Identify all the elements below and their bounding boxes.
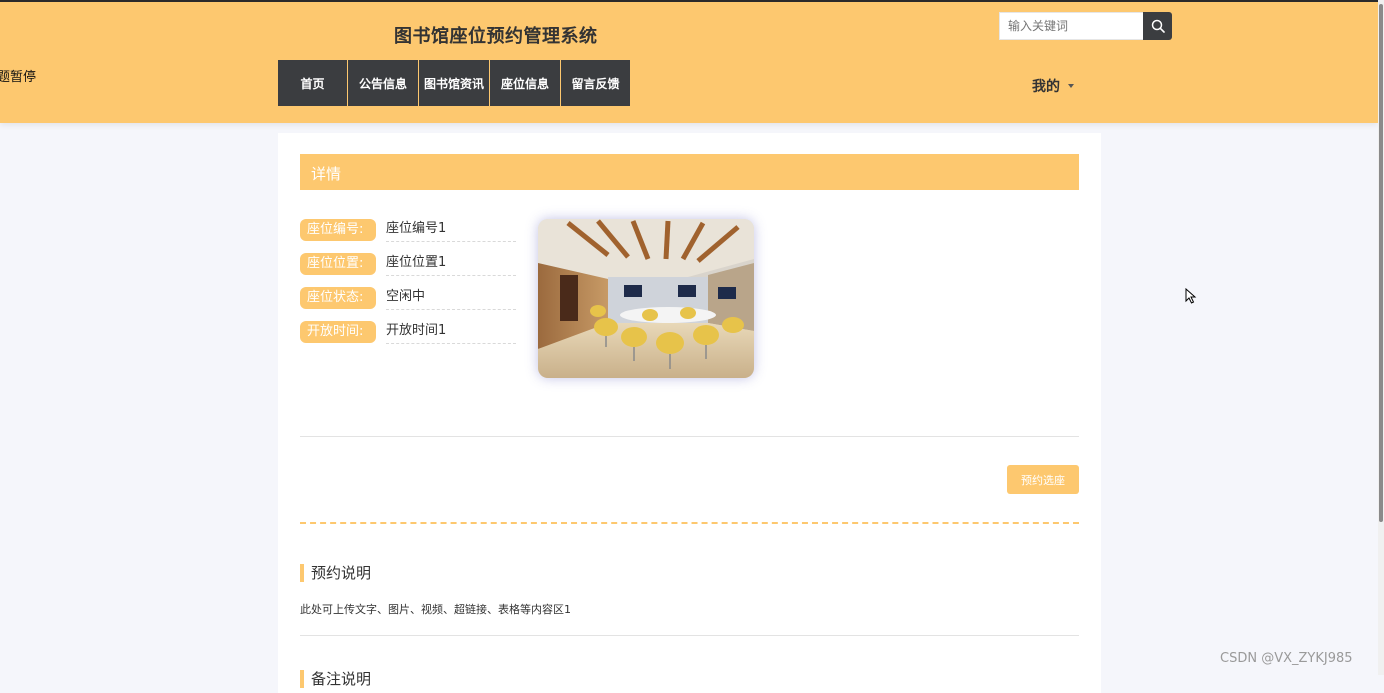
nav-announcements[interactable]: 公告信息 [348,60,419,106]
dashed-divider [300,522,1079,524]
user-menu[interactable]: 我的 [1032,76,1074,96]
search-box [999,12,1172,40]
field-label: 座位编号: [300,219,376,241]
search-button[interactable] [1143,12,1172,40]
scrollbar-thumb[interactable] [1379,4,1383,522]
section-text-notice: 此处可上传文字、图片、视频、超链接、表格等内容区1 [300,603,571,616]
field-value: 空闲中 [386,287,516,310]
section-title-notice: 预约说明 [300,564,371,582]
field-value: 座位位置1 [386,253,516,276]
section-title-next: 备注说明 [300,670,371,688]
field-label: 座位状态: [300,287,376,309]
detail-heading: 详情 [311,165,342,183]
caret-down-icon [1068,84,1074,88]
nav-feedback[interactable]: 留言反馈 [561,60,631,106]
field-value: 开放时间1 [386,321,516,344]
watermark: CSDN @VX_ZYKJ985 [1220,651,1353,666]
main-nav: 首页 公告信息 图书馆资讯 座位信息 留言反馈 [278,60,631,106]
seat-photo [538,219,754,378]
mouse-cursor-icon [1185,288,1197,304]
marquee-notice: 题暂停 [0,70,37,85]
nav-library-news[interactable]: 图书馆资讯 [419,60,490,106]
reserve-seat-button[interactable]: 预约选座 [1007,465,1079,494]
site-header: 图书馆座位预约管理系统 题暂停 首页 公告信息 图书馆资讯 座位信息 留言反馈 … [0,2,1378,123]
field-label: 座位位置: [300,253,376,275]
search-icon [1151,19,1165,33]
divider [300,436,1079,437]
nav-home[interactable]: 首页 [278,60,348,106]
divider [300,635,1079,636]
user-menu-label: 我的 [1032,79,1060,95]
site-title: 图书馆座位预约管理系统 [394,26,598,47]
nav-seat-info[interactable]: 座位信息 [490,60,561,106]
field-label: 开放时间: [300,321,376,343]
detail-panel: 详情 座位编号: 座位编号1 座位位置: 座位位置1 座位状态: 空闲中 开放时… [278,133,1101,693]
field-value: 座位编号1 [386,219,516,242]
search-input[interactable] [999,12,1143,40]
detail-heading-bar: 详情 [300,154,1079,190]
